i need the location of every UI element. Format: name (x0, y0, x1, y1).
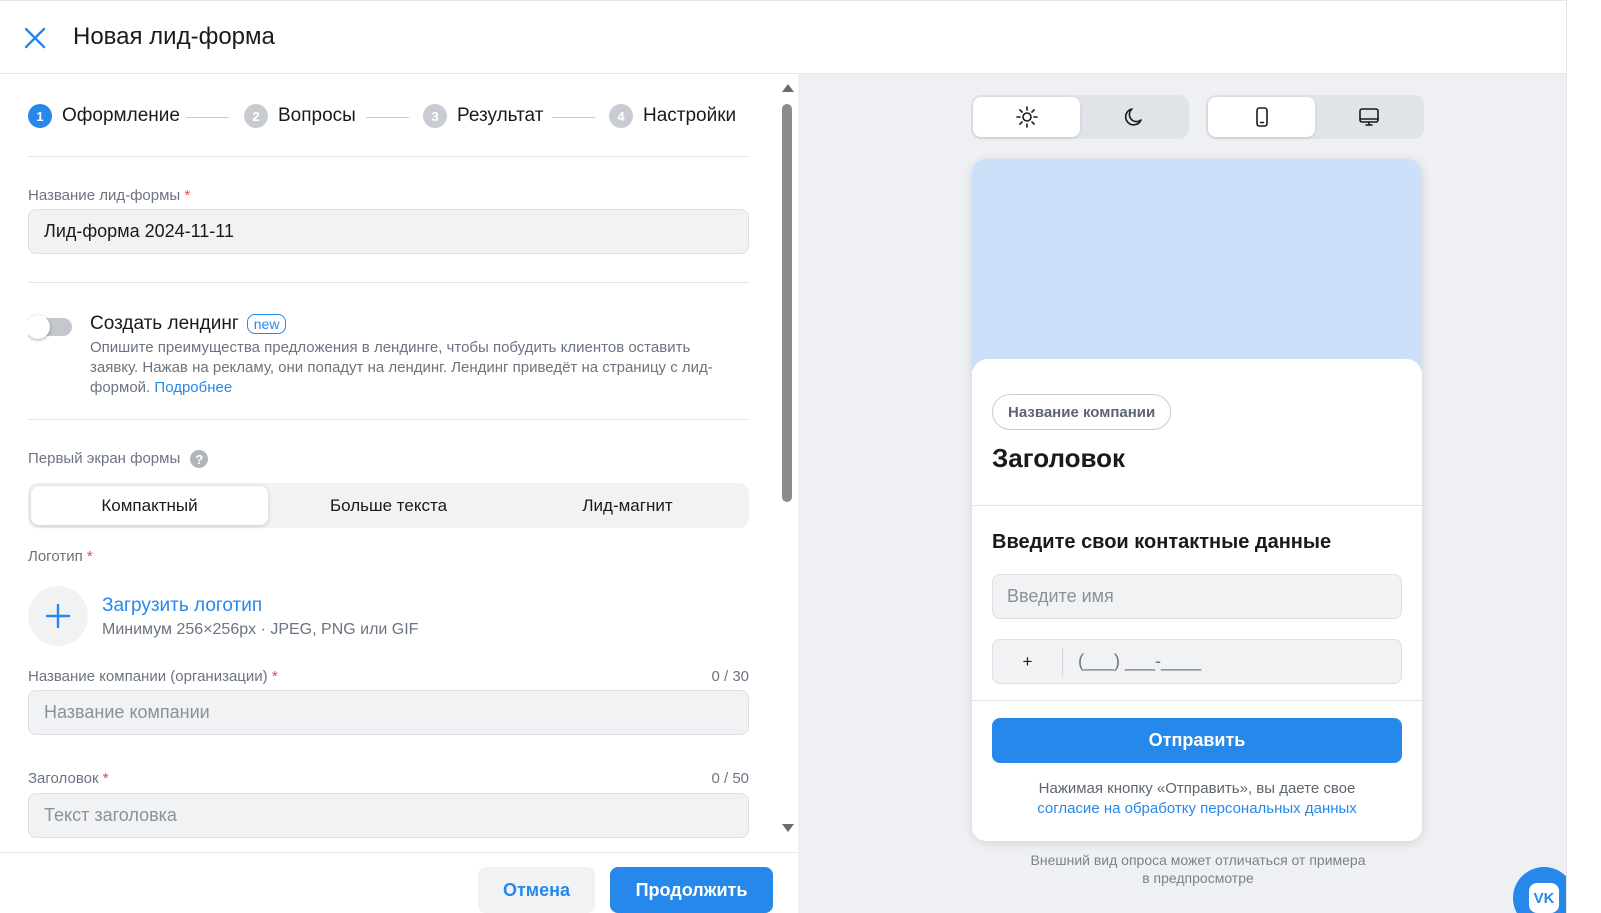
preview-name-placeholder: Введите имя (1007, 586, 1114, 606)
help-icon[interactable]: ? (190, 450, 209, 469)
required-mark: * (184, 187, 191, 204)
divider (28, 156, 749, 157)
more-link[interactable]: Подробнее (154, 379, 232, 396)
option-compact[interactable]: Компактный (31, 486, 268, 525)
landing-toggle[interactable] (28, 315, 72, 339)
step-number: 4 (609, 104, 633, 128)
step-label: Результат (457, 105, 544, 126)
form-name-label: Название лид-формы * (28, 187, 190, 204)
company-label: Название компании (организации) * (28, 668, 278, 685)
step-connector (186, 117, 229, 118)
moon-icon[interactable] (1080, 97, 1187, 137)
preview-phone-input[interactable]: + (___) ___-____ (992, 639, 1402, 684)
step-number: 2 (244, 104, 268, 128)
theme-switcher (971, 95, 1189, 139)
scroll-down-arrow[interactable] (782, 824, 794, 832)
first-screen-label-text: Первый экран формы (28, 450, 181, 467)
required-mark: * (86, 548, 93, 565)
preview-note: Внешний вид опроса может отличаться от п… (1030, 852, 1366, 886)
first-screen-selector: Компактный Больше текста Лид-магнит (28, 483, 749, 528)
modal-header: Новая лид-форма (0, 0, 1566, 74)
new-badge: new (246, 314, 287, 334)
phone-icon[interactable] (1208, 97, 1315, 137)
stepper: 1 Оформление 2 Вопросы 3 Результат 4 Нас… (28, 104, 749, 134)
required-mark: * (102, 770, 109, 787)
option-lead-magnet[interactable]: Лид-магнит (509, 486, 746, 525)
landing-title-text: Создать лендинг (90, 313, 239, 334)
consent-text: Нажимая кнопку «Отправить», вы даете сво… (1038, 780, 1356, 797)
scrollbar[interactable] (780, 84, 794, 832)
heading-label: Заголовок * (28, 770, 109, 787)
preview-section-title: Введите свои контактные данные (992, 531, 1332, 553)
landing-description: Опишите преимущества предложения в ленди… (90, 338, 740, 398)
close-icon[interactable] (20, 23, 50, 53)
step-settings[interactable]: 4 Настройки (609, 104, 736, 128)
step-connector (552, 117, 595, 118)
form-name-input[interactable]: Лид-форма 2024-11-11 (28, 209, 749, 254)
form-content: 1 Оформление 2 Вопросы 3 Результат 4 Нас… (28, 74, 749, 852)
scroll-thumb[interactable] (782, 104, 792, 502)
consent-link[interactable]: согласие на обработку персональных данны… (992, 799, 1402, 819)
preview-title: Заголовок (992, 443, 1126, 473)
divider (28, 419, 749, 420)
desktop-icon[interactable] (1315, 97, 1422, 137)
continue-button[interactable]: Продолжить (610, 867, 773, 913)
vk-logo-icon: VK (1529, 883, 1559, 913)
preview-name-input[interactable]: Введите имя (992, 574, 1402, 619)
upload-logo-button[interactable] (28, 586, 88, 646)
upload-logo-hint: Минимум 256×256px · JPEG, PNG или GIF (102, 621, 419, 638)
step-design[interactable]: 1 Оформление (28, 104, 180, 128)
toggle-knob (28, 315, 50, 339)
heading-counter: 0 / 50 (711, 770, 749, 787)
company-name-placeholder: Название компании (44, 702, 210, 722)
cancel-button[interactable]: Отмена (478, 867, 595, 913)
first-screen-label: Первый экран формы ? (28, 450, 209, 469)
step-label: Вопросы (278, 105, 356, 126)
heading-placeholder: Текст заголовка (44, 805, 177, 825)
step-result[interactable]: 3 Результат (423, 104, 543, 128)
option-more-text[interactable]: Больше текста (270, 486, 507, 525)
phone-mask: (___) ___-____ (1078, 651, 1202, 671)
form-name-value: Лид-форма 2024-11-11 (44, 221, 234, 241)
scroll-up-arrow[interactable] (782, 84, 794, 92)
sun-icon[interactable] (973, 97, 1080, 137)
divider (972, 700, 1422, 701)
step-number: 3 (423, 104, 447, 128)
page-title: Новая лид-форма (73, 23, 275, 50)
preview-cover-image (972, 159, 1422, 371)
phone-preview: Название компании Заголовок Введите свои… (972, 159, 1422, 841)
company-counter: 0 / 30 (711, 668, 749, 685)
preview-card: Название компании Заголовок Введите свои… (972, 359, 1422, 841)
company-name-input[interactable]: Название компании (28, 690, 749, 735)
step-label: Настройки (643, 105, 737, 126)
step-number: 1 (28, 104, 52, 128)
preview-submit-button[interactable]: Отправить (992, 718, 1402, 763)
phone-country-code[interactable]: + (993, 647, 1063, 676)
step-label: Оформление (62, 105, 180, 126)
preview-company-pill: Название компании (992, 394, 1172, 430)
step-connector (366, 117, 409, 118)
landing-title: Создать лендинг new (90, 313, 287, 335)
preview-consent: Нажимая кнопку «Отправить», вы даете сво… (992, 779, 1402, 819)
window-edge (1566, 0, 1601, 913)
divider (972, 505, 1422, 506)
device-switcher (1206, 95, 1424, 139)
logo-label-text: Логотип (28, 548, 83, 565)
divider (28, 282, 749, 283)
form-name-label-text: Название лид-формы (28, 187, 181, 204)
preview-panel: Название компании Заголовок Введите свои… (798, 74, 1575, 913)
plus-icon (45, 603, 71, 629)
upload-logo-link[interactable]: Загрузить логотип (102, 595, 262, 617)
form-panel: 1 Оформление 2 Вопросы 3 Результат 4 Нас… (0, 74, 798, 913)
step-questions[interactable]: 2 Вопросы (244, 104, 356, 128)
company-label-text: Название компании (организации) (28, 668, 268, 685)
heading-input[interactable]: Текст заголовка (28, 793, 749, 838)
logo-label: Логотип * (28, 548, 93, 565)
required-mark: * (271, 668, 278, 685)
form-footer: Отмена Продолжить (0, 852, 798, 913)
heading-label-text: Заголовок (28, 770, 99, 787)
